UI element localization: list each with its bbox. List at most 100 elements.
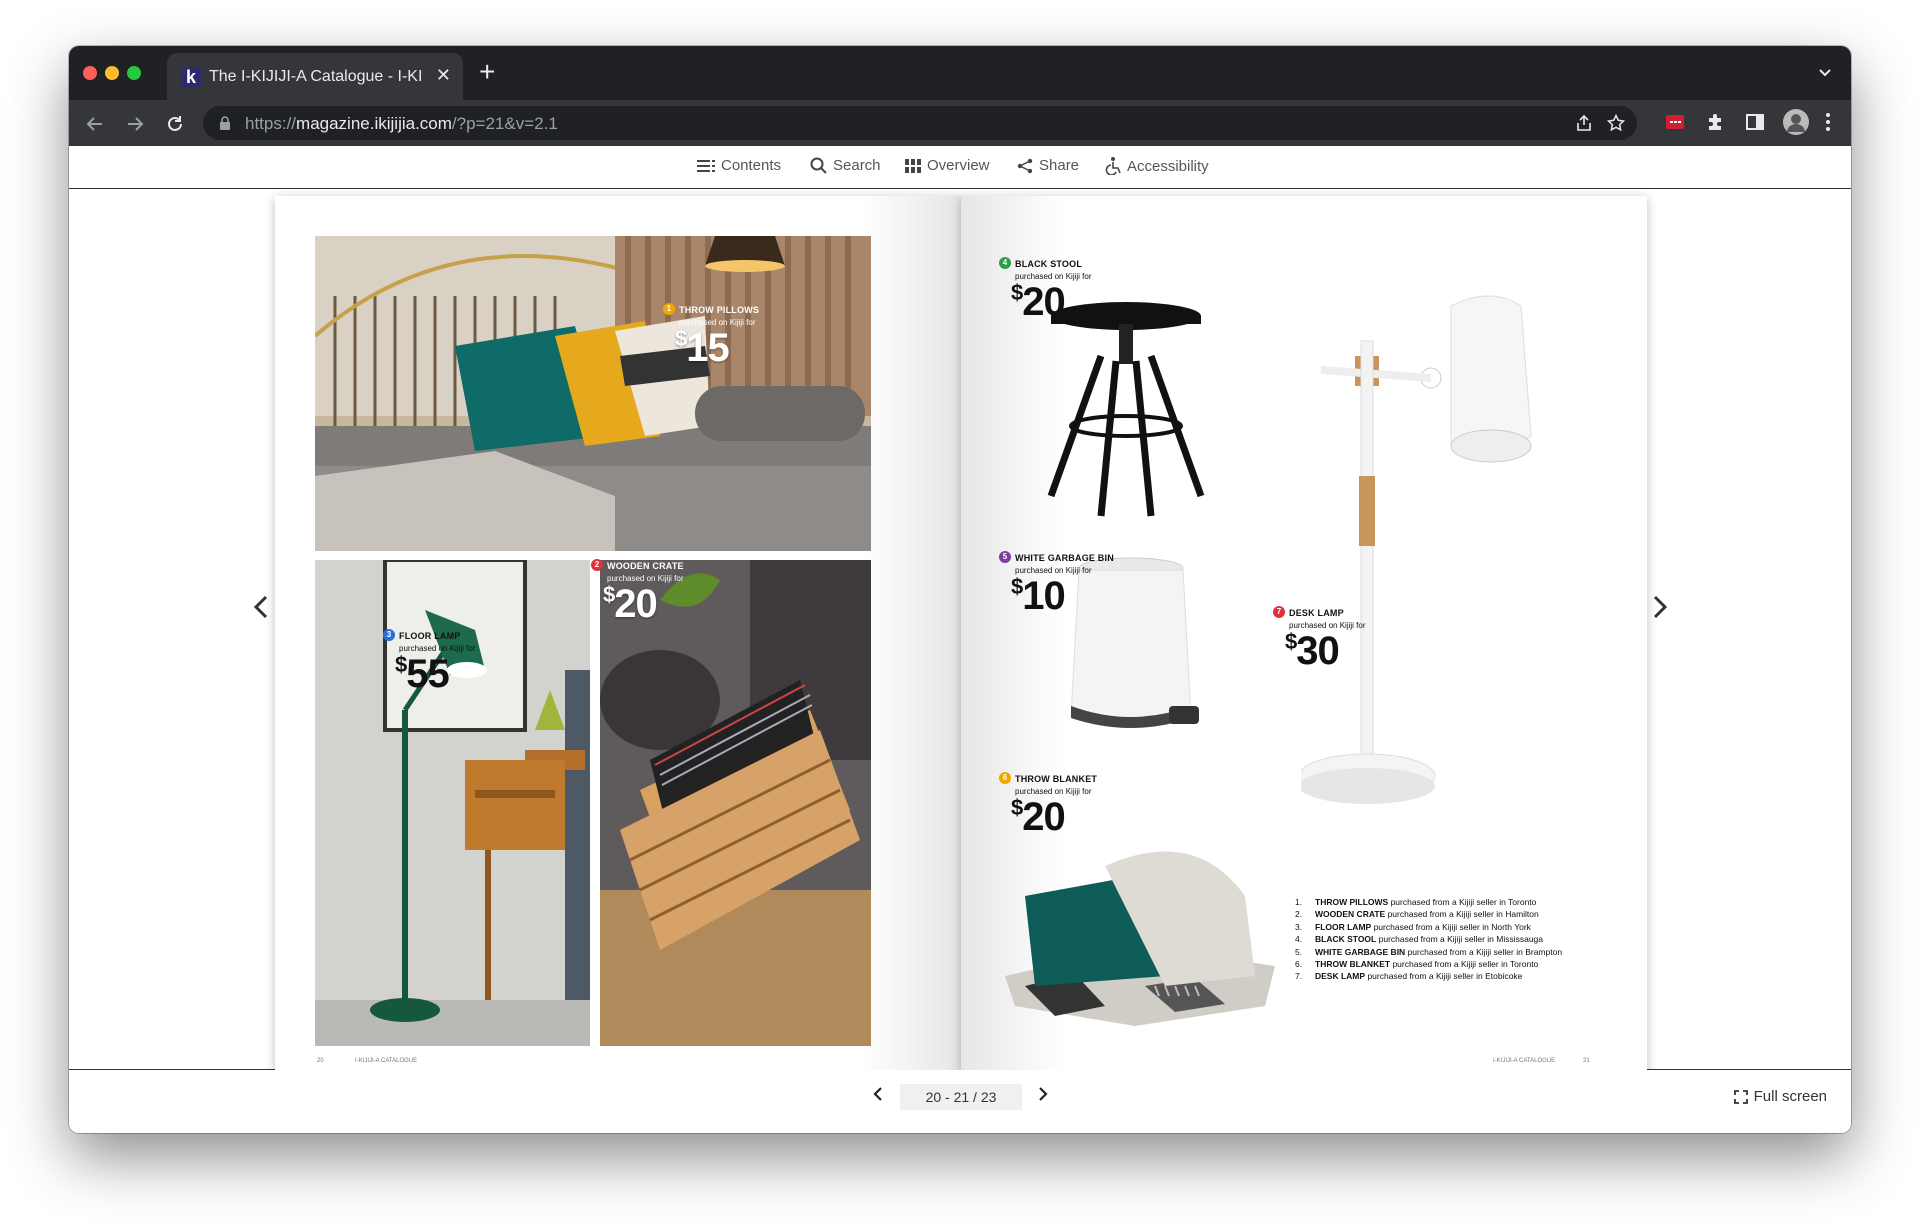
sofa-pillows-photo: [315, 236, 871, 551]
arrow-left-icon: [86, 117, 102, 131]
kebab-menu-icon: [1826, 113, 1830, 131]
price-value: 30: [1296, 629, 1339, 673]
credit-item-name: THROW BLANKET: [1315, 959, 1391, 970]
side-panel-button[interactable]: [1745, 112, 1765, 137]
product-tag-floor-lamp: 3 FLOOR LAMP purchased on Kijiji for $55: [383, 626, 475, 694]
close-window-button[interactable]: [83, 66, 97, 80]
product-number-badge: 4: [999, 256, 1011, 269]
browser-window: k The I-KIJIJI-A Catalogue - I-KI ✕ + ht…: [69, 46, 1851, 1133]
bookmark-button[interactable]: [1606, 113, 1626, 137]
product-name: BLACK STOOL: [1015, 259, 1083, 269]
pagination-prev-button[interactable]: [873, 1086, 883, 1107]
overview-label: Overview: [927, 157, 990, 174]
product-tag-white-garbage-bin: 5 WHITE GARBAGE BIN purchased on Kijiji f…: [999, 548, 1114, 616]
credit-item: 6. THROW BLANKET purchased from a Kijiji …: [1295, 958, 1562, 970]
product-number-badge: 3: [383, 628, 395, 641]
next-page-button[interactable]: [1645, 589, 1675, 625]
desk-lamp-image: [1301, 295, 1532, 804]
minimize-window-button[interactable]: [105, 66, 119, 80]
favicon-icon: k: [181, 67, 201, 87]
price-value: 20: [1022, 795, 1065, 839]
share-page-button[interactable]: [1575, 114, 1593, 137]
credit-text: purchased from a Kijiji seller in North …: [1373, 921, 1531, 932]
product-name: THROW BLANKET: [1015, 774, 1098, 784]
product-name: DESK LAMP: [1289, 608, 1344, 618]
folio-title: I-KIJIJI-A CATALOGUE: [355, 1058, 418, 1064]
product-number-badge: 5: [999, 550, 1011, 563]
tab-close-button[interactable]: ✕: [436, 65, 451, 86]
credit-item: 4. BLACK STOOL purchased from a Kijiji se…: [1295, 933, 1562, 945]
currency-symbol: $: [1285, 629, 1297, 654]
profile-avatar[interactable]: [1783, 109, 1809, 140]
left-page[interactable]: 1 THROW PILLOWS purchased on Kijiji for $…: [275, 196, 961, 1086]
product-tag-wooden-crate: 2 WOODEN CRATE purchased on Kijiji for $2…: [591, 556, 684, 624]
product-name: WHITE GARBAGE BIN: [1015, 553, 1114, 563]
black-stool-image: [1047, 302, 1205, 517]
overview-button[interactable]: Overview: [905, 157, 990, 174]
sidepanel-icon: [1746, 114, 1764, 130]
price-value: 10: [1022, 574, 1065, 618]
folio-page-number: 20: [317, 1058, 324, 1064]
active-tab[interactable]: k The I-KIJIJI-A Catalogue - I-KI ✕: [167, 53, 463, 100]
contents-button[interactable]: Contents: [697, 157, 781, 174]
extension-badge-icon: [1666, 115, 1684, 129]
accessibility-label: Accessibility: [1127, 157, 1209, 175]
search-button[interactable]: Search: [810, 157, 881, 174]
zoom-window-button[interactable]: [127, 66, 141, 80]
credit-item-name: FLOOR LAMP: [1315, 921, 1372, 932]
back-button[interactable]: [85, 114, 105, 139]
address-bar[interactable]: https://magazine.ikijijia.com/?p=21&v=2.…: [203, 106, 1637, 140]
share-button[interactable]: Share: [1017, 157, 1079, 174]
credit-text: purchased from a Kijiji seller in Hamilt…: [1387, 909, 1539, 920]
credit-item-name: WHITE GARBAGE BIN: [1315, 946, 1406, 957]
product-price: $20: [1011, 282, 1091, 323]
browser-toolbar: https://magazine.ikijijia.com/?p=21&v=2.…: [69, 100, 1851, 146]
forward-button[interactable]: [125, 114, 145, 139]
credit-number: 1.: [1295, 897, 1303, 907]
credit-item: 2. WOODEN CRATE purchased from a Kijiji s…: [1295, 908, 1562, 920]
wooden-crate-photo: [600, 560, 871, 1046]
credit-item-name: WOODEN CRATE: [1315, 909, 1386, 920]
reload-icon: [168, 116, 182, 131]
url-scheme: https://: [245, 114, 297, 133]
share-icon: [1577, 114, 1591, 131]
credit-number: 4.: [1295, 934, 1303, 945]
credit-number: 7.: [1295, 971, 1303, 982]
arrow-right-icon: [128, 117, 144, 131]
product-price: $30: [1285, 629, 1365, 673]
accessibility-button[interactable]: Accessibility: [1105, 157, 1209, 175]
spread-stage: 1 THROW PILLOWS purchased on Kijiji for $…: [69, 189, 1851, 1086]
pagination-next-button[interactable]: [1038, 1086, 1048, 1107]
product-tag-throw-blanket: 6 THROW BLANKET purchased on Kijiji for $…: [999, 769, 1097, 837]
credit-item-name: BLACK STOOL: [1315, 934, 1377, 945]
product-tag-throw-pillows: 1 THROW PILLOWS purchased on Kijiji for $…: [663, 300, 759, 368]
credit-number: 2.: [1295, 909, 1303, 920]
extensions-menu-button[interactable]: [1705, 112, 1725, 137]
new-tab-button[interactable]: +: [479, 58, 495, 86]
extension-button[interactable]: [1665, 112, 1685, 137]
price-value: 15: [686, 326, 729, 370]
page-indicator[interactable]: 20 - 21 / 23: [900, 1084, 1022, 1110]
previous-page-button[interactable]: [246, 589, 276, 625]
folio-title: I-KIJIJI-A CATALOGUE: [1493, 1058, 1556, 1064]
url-text: https://magazine.ikijijia.com/?p=21&v=2.…: [245, 114, 558, 134]
browser-menu-button[interactable]: [1825, 112, 1831, 137]
price-value: 20: [614, 582, 657, 626]
product-number-badge: 6: [999, 771, 1011, 784]
product-price: $20: [1011, 795, 1097, 839]
flipbook-viewer: Contents Search Overview Share Accessibi…: [69, 146, 1851, 1133]
tab-search-button[interactable]: [1817, 64, 1833, 85]
tab-bar: k The I-KIJIJI-A Catalogue - I-KI ✕ +: [69, 46, 1851, 100]
product-tag-desk-lamp: 7 DESK LAMP purchased on Kijiji for $30: [1273, 603, 1365, 671]
credit-item-name: DESK LAMP: [1315, 971, 1366, 982]
lock-icon[interactable]: [219, 116, 231, 135]
pagination-bar: 20 - 21 / 23 Full screen: [69, 1070, 1851, 1133]
right-page[interactable]: 4 BLACK STOOL purchased on Kijiji for $20…: [961, 196, 1647, 1086]
credit-item: 3. FLOOR LAMP purchased from a Kijiji sel…: [1295, 921, 1562, 933]
reload-button[interactable]: [165, 114, 185, 139]
contents-label: Contents: [721, 157, 782, 174]
fullscreen-icon: [1733, 1089, 1748, 1104]
product-name: THROW PILLOWS: [679, 305, 760, 315]
share-nodes-icon: [1017, 158, 1033, 173]
fullscreen-button[interactable]: Full screen: [1733, 1088, 1827, 1105]
